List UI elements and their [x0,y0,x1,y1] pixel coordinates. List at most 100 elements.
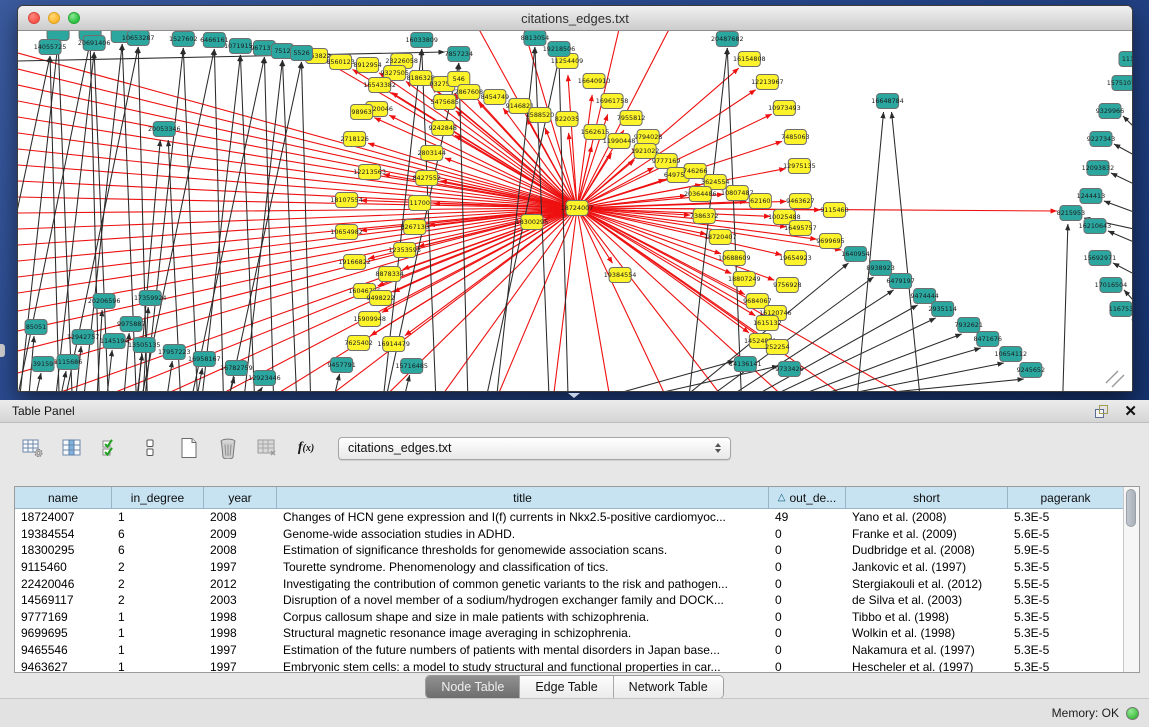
graph-node[interactable]: 18720407 [704,230,737,245]
graph-node[interactable]: 16961758 [596,94,629,109]
graph-node[interactable]: 18724007 [561,201,594,216]
table-row[interactable]: 946362711997Embryonic stem cells: a mode… [15,658,1123,672]
tab-node-table[interactable]: Node Table [426,676,520,698]
scrollbar-thumb[interactable] [1126,489,1136,527]
graph-node[interactable]: 17359924 [134,291,167,306]
graph-node[interactable]: 17016504 [1095,278,1128,293]
tab-network-table[interactable]: Network Table [614,676,723,698]
graph-node[interactable]: 1112 [1119,52,1132,67]
graph-node[interactable]: 12975135 [783,159,816,174]
graph-node[interactable]: 16210643 [1079,219,1112,234]
graph-node[interactable]: 5526 [290,46,312,61]
function-builder-button[interactable]: f(x) [293,436,319,460]
graph-node[interactable]: 20487682 [711,32,744,47]
graph-node[interactable]: 2803144 [417,146,445,161]
graph-node[interactable]: 252254 [765,340,789,355]
graph-node[interactable]: 822035 [555,112,579,127]
graph-node[interactable]: 1588520 [526,108,554,123]
graph-node[interactable]: 9975887 [117,317,145,332]
graph-node[interactable]: 18807249 [728,272,761,287]
column-header-in-degree[interactable]: in_degree [112,487,204,508]
graph-node[interactable]: 7932621 [954,318,982,333]
graph-node[interactable]: 15692971 [1084,251,1117,266]
table-row[interactable]: 1872400712008Changes of HCN gene express… [15,509,1123,526]
graph-node[interactable]: 20053346 [148,122,181,137]
delete-table-button[interactable] [215,436,241,460]
table-row[interactable]: 946554611997Estimation of the future num… [15,642,1123,659]
panel-splitter-handle[interactable] [568,393,580,398]
zoom-window-button[interactable] [68,12,80,24]
close-icon[interactable]: ✕ [1124,404,1137,419]
graph-node[interactable]: 1640954 [841,247,869,262]
show-columns-button[interactable] [59,436,85,460]
graph-node[interactable]: 1244413 [1077,189,1105,204]
graph-node[interactable]: 8878334 [375,267,403,282]
graph-node[interactable]: 16543382 [363,78,396,93]
graph-node[interactable]: 1615132 [753,316,781,331]
network-canvas[interactable]: 1872400775638228560123891295423226058932… [18,31,1132,391]
graph-node[interactable]: 15909948 [353,312,386,327]
table-mode-button[interactable] [20,436,46,460]
table-row[interactable]: 1456911722003Disruption of a novel membe… [15,592,1123,609]
select-columns-button[interactable] [98,436,124,460]
graph-node[interactable]: 17957223 [158,345,191,360]
graph-node[interactable]: 10807487 [721,186,754,201]
table-scrollbar[interactable] [1123,487,1139,672]
graph-node[interactable]: 85051 [25,320,47,335]
graph-node[interactable]: 12353593 [388,243,421,258]
graph-node[interactable]: 15716485 [395,359,428,374]
graph-node[interactable]: 19218506 [543,42,576,57]
graph-node[interactable]: 7955812 [617,111,645,126]
graph-node[interactable]: 62160 [749,194,771,209]
graph-node[interactable]: 8471676 [973,332,1001,347]
column-header-out-degree[interactable]: △ out_de... [769,487,846,508]
graph-node[interactable]: 2935114 [928,302,956,317]
graph-node[interactable]: 19166822 [338,255,371,270]
graph-node[interactable]: 2718126 [340,132,368,147]
table-row[interactable]: 911546021997Tourette syndrome. Phenomeno… [15,559,1123,576]
graph-node[interactable]: 14136141 [729,357,762,372]
graph-node[interactable]: 9777169 [652,154,680,169]
graph-node[interactable]: 9699695 [816,234,844,249]
column-header-pagerank[interactable]: pagerank [1008,487,1123,508]
graph-node[interactable]: 9756928 [773,278,801,293]
graph-node[interactable]: 39159 [32,357,54,372]
graph-node[interactable]: 8938923 [866,261,894,276]
graph-node[interactable]: 9329966 [1096,104,1124,119]
graph-node[interactable]: 8560123 [326,55,354,70]
graph-node[interactable]: 10688609 [718,251,751,266]
graph-node[interactable]: 9457791 [327,358,355,373]
graph-node[interactable]: 16033809 [405,33,438,48]
graph-node[interactable]: 7857234 [445,47,473,62]
graph-node[interactable]: 1527602 [169,32,197,47]
graph-node[interactable]: 12923446 [248,371,281,386]
minimize-window-button[interactable] [48,12,60,24]
table-row[interactable]: 2242004622012Investigating the contribut… [15,575,1123,592]
graph-node[interactable]: 7386372 [690,209,718,224]
row-height-button[interactable] [137,436,163,460]
graph-node[interactable]: 19654923 [779,251,812,266]
graph-node[interactable]: 7485063 [781,130,809,145]
graph-node[interactable]: 9227343 [1087,132,1115,147]
graph-node[interactable]: 7625402 [344,336,372,351]
table-row[interactable]: 969969511998Structural magnetic resonanc… [15,625,1123,642]
graph-node[interactable]: 16914479 [377,337,410,352]
float-window-icon[interactable] [1095,405,1108,418]
graph-node[interactable]: 8912954 [353,58,381,73]
graph-node[interactable]: 16958167 [188,352,221,367]
column-header-title[interactable]: title [277,487,769,508]
collapsed-panel-handle[interactable] [0,344,5,357]
graph-node[interactable]: 12213563 [353,165,386,180]
graph-node[interactable]: 16154808 [733,52,766,67]
graph-node[interactable]: 10654112 [995,347,1028,362]
graph-node[interactable]: 12213967 [751,75,784,90]
graph-node[interactable]: 116753 [1109,302,1132,317]
table-row[interactable]: 1830029562008Estimation of significance … [15,542,1123,559]
graph-node[interactable]: 12942757 [67,330,100,345]
graph-node[interactable]: 18300295 [516,215,549,230]
graph-node[interactable]: 19384554 [604,268,637,283]
graph-node[interactable]: 10653287 [122,31,155,46]
graph-node[interactable]: 8267130 [400,220,428,235]
column-header-year[interactable]: year [204,487,277,508]
graph-node[interactable]: 9242848 [429,121,457,136]
